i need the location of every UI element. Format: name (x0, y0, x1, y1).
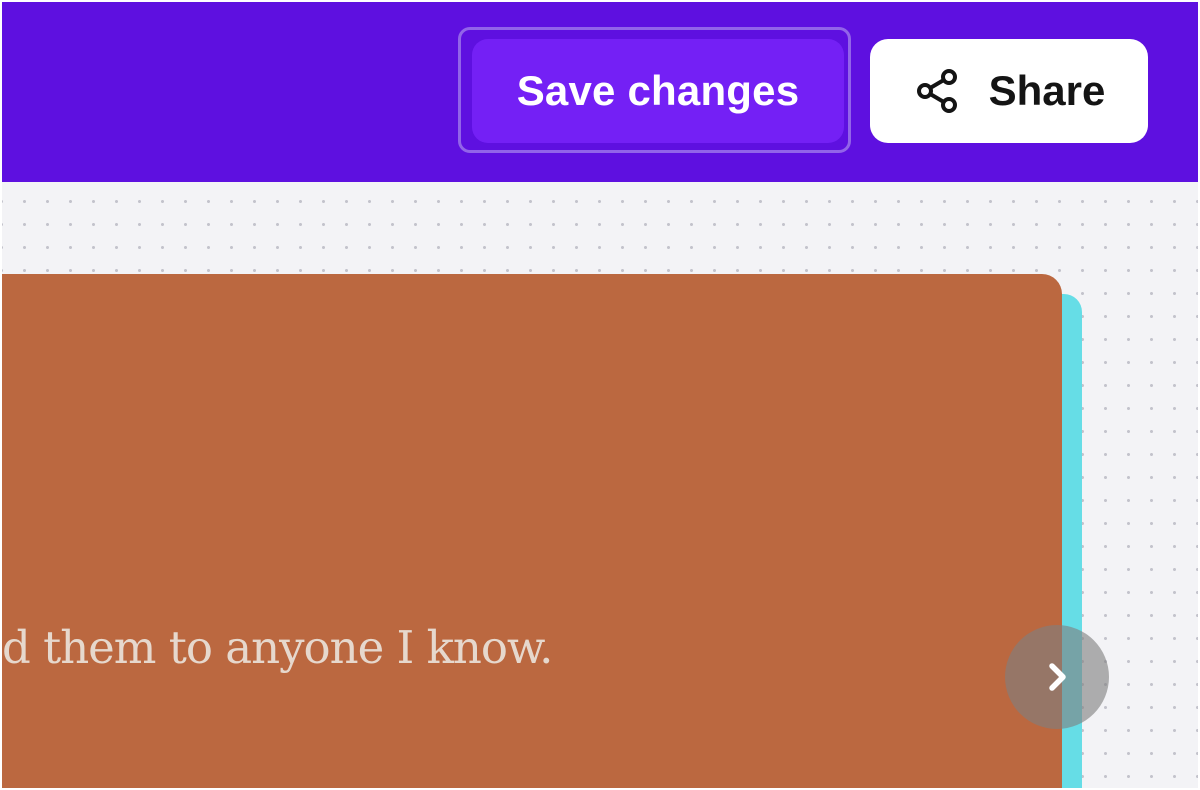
chevron-right-icon (1040, 660, 1074, 694)
next-slide-button[interactable] (1005, 625, 1109, 729)
slide-card[interactable] (2, 274, 1062, 788)
share-button[interactable]: Share (870, 39, 1148, 143)
app-frame: Save changes Share d them to anyone I kn… (2, 2, 1198, 788)
save-changes-button[interactable]: Save changes (472, 39, 844, 143)
share-icon (913, 67, 961, 115)
share-button-label: Share (988, 67, 1106, 114)
slide-text: d them to anyone I know. (2, 621, 553, 674)
